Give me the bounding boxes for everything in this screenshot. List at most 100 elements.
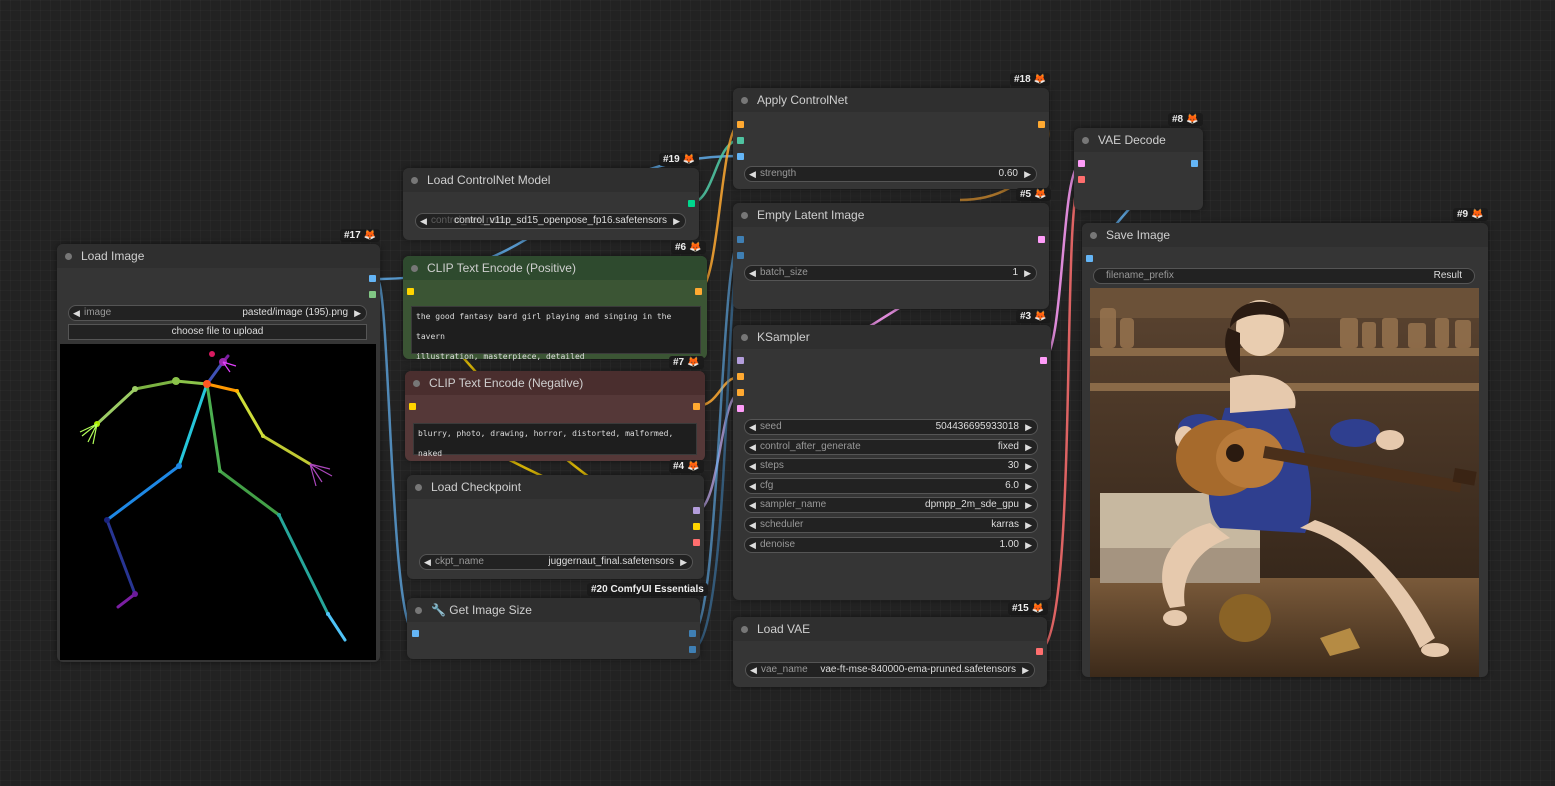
node-title-bar[interactable]: CLIP Text Encode (Negative) — [405, 371, 705, 395]
vae-select-widget[interactable]: ◀ vae_name vae-ft-mse-840000-ema-pruned.… — [745, 662, 1035, 678]
collapse-dot-icon[interactable] — [1082, 137, 1089, 144]
arrow-right-icon[interactable]: ▶ — [1022, 663, 1029, 677]
collapse-dot-icon[interactable] — [1090, 232, 1097, 239]
output-slot-height[interactable] — [689, 646, 696, 653]
arrow-right-icon[interactable]: ▶ — [1025, 498, 1032, 512]
output-slot-conditioning[interactable] — [1038, 121, 1045, 128]
input-slot-vae[interactable] — [1078, 176, 1085, 183]
input-slot-images[interactable] — [1086, 255, 1093, 262]
output-slot-conditioning[interactable] — [695, 288, 702, 295]
scheduler-widget[interactable]: ◀ scheduler karras ▶ — [744, 517, 1038, 533]
save-image-node[interactable]: Save Image filename_prefix Result — [1082, 223, 1488, 677]
node-title-bar[interactable]: CLIP Text Encode (Positive) — [403, 256, 707, 280]
output-slot-control-net[interactable] — [688, 200, 695, 207]
arrow-right-icon[interactable]: ▶ — [1025, 479, 1032, 493]
collapse-dot-icon[interactable] — [741, 212, 748, 219]
node-title-bar[interactable]: 🔧 Get Image Size — [407, 598, 700, 622]
output-slot-model[interactable] — [693, 507, 700, 514]
sampler-name-widget[interactable]: ◀ sampler_name dpmpp_2m_sde_gpu ▶ — [744, 497, 1038, 513]
output-slot-mask[interactable] — [369, 291, 376, 298]
node-title-bar[interactable]: Empty Latent Image — [733, 203, 1049, 227]
vae-decode-node[interactable]: VAE Decode — [1074, 128, 1203, 210]
filename-prefix-widget[interactable]: filename_prefix Result — [1093, 268, 1475, 284]
input-slot-image[interactable] — [412, 630, 419, 637]
collapse-dot-icon[interactable] — [411, 177, 418, 184]
output-slot-conditioning[interactable] — [693, 403, 700, 410]
output-slot-clip[interactable] — [693, 523, 700, 530]
arrow-right-icon[interactable]: ▶ — [1025, 538, 1032, 552]
clip-text-encode-negative-node[interactable]: CLIP Text Encode (Negative) blurry, phot… — [405, 371, 705, 461]
input-slot-control-net[interactable] — [737, 137, 744, 144]
input-slot-samples[interactable] — [1078, 160, 1085, 167]
node-title-bar[interactable]: Apply ControlNet — [733, 88, 1049, 112]
load-vae-node[interactable]: Load VAE ◀ vae_name vae-ft-mse-840000-em… — [733, 617, 1047, 687]
output-slot-width[interactable] — [689, 630, 696, 637]
collapse-dot-icon[interactable] — [741, 334, 748, 341]
seed-widget[interactable]: ◀ seed 504436695933018 ▶ — [744, 419, 1038, 435]
arrow-left-icon[interactable]: ◀ — [749, 420, 756, 434]
prompt-text-area[interactable]: blurry, photo, drawing, horror, distorte… — [413, 423, 697, 458]
collapse-dot-icon[interactable] — [415, 607, 422, 614]
ksampler-node[interactable]: KSampler ◀ seed 504436695933018 ▶ ◀ cont… — [733, 325, 1051, 600]
arrow-left-icon[interactable]: ◀ — [749, 498, 756, 512]
arrow-right-icon[interactable]: ▶ — [673, 214, 680, 228]
node-title-bar[interactable]: KSampler — [733, 325, 1051, 349]
input-slot-image[interactable] — [737, 153, 744, 160]
output-slot-vae[interactable] — [1036, 648, 1043, 655]
collapse-dot-icon[interactable] — [741, 626, 748, 633]
input-slot-height[interactable] — [737, 252, 744, 259]
load-checkpoint-node[interactable]: Load Checkpoint ◀ ckpt_name juggernaut_f… — [407, 475, 704, 579]
output-slot-image[interactable] — [369, 275, 376, 282]
denoise-widget[interactable]: ◀ denoise 1.00 ▶ — [744, 537, 1038, 553]
get-image-size-node[interactable]: 🔧 Get Image Size — [407, 598, 700, 659]
empty-latent-image-node[interactable]: Empty Latent Image ◀ batch_size 1 ▶ — [733, 203, 1049, 309]
arrow-right-icon[interactable]: ▶ — [354, 306, 361, 320]
controlnet-select-widget[interactable]: ◀ control_net_name control_v11p_sd15_ope… — [415, 213, 686, 229]
node-title-bar[interactable]: VAE Decode — [1074, 128, 1203, 152]
input-slot-latent-image[interactable] — [737, 405, 744, 412]
node-title-bar[interactable]: Load VAE — [733, 617, 1047, 641]
arrow-right-icon[interactable]: ▶ — [1024, 167, 1031, 181]
node-title-bar[interactable]: Load ControlNet Model — [403, 168, 699, 192]
arrow-left-icon[interactable]: ◀ — [749, 479, 756, 493]
cfg-widget[interactable]: ◀ cfg 6.0 ▶ — [744, 478, 1038, 494]
input-slot-positive[interactable] — [737, 373, 744, 380]
arrow-left-icon[interactable]: ◀ — [749, 538, 756, 552]
input-slot-clip[interactable] — [407, 288, 414, 295]
collapse-dot-icon[interactable] — [65, 253, 72, 260]
image-select-widget[interactable]: ◀ image pasted/image (195).png ▶ — [68, 305, 367, 321]
node-title-bar[interactable]: Load Image — [57, 244, 380, 268]
output-slot-latent[interactable] — [1040, 357, 1047, 364]
input-slot-clip[interactable] — [409, 403, 416, 410]
clip-text-encode-positive-node[interactable]: CLIP Text Encode (Positive) the good fan… — [403, 256, 707, 361]
arrow-right-icon[interactable]: ▶ — [1025, 440, 1032, 454]
output-slot-vae[interactable] — [693, 539, 700, 546]
arrow-right-icon[interactable]: ▶ — [1025, 420, 1032, 434]
steps-widget[interactable]: ◀ steps 30 ▶ — [744, 458, 1038, 474]
input-slot-model[interactable] — [737, 357, 744, 364]
strength-slider-widget[interactable]: ◀ strength 0.60 ▶ — [744, 166, 1037, 182]
arrow-right-icon[interactable]: ▶ — [1025, 459, 1032, 473]
arrow-left-icon[interactable]: ◀ — [73, 306, 80, 320]
collapse-dot-icon[interactable] — [413, 380, 420, 387]
input-slot-conditioning[interactable] — [737, 121, 744, 128]
arrow-right-icon[interactable]: ▶ — [1024, 266, 1031, 280]
collapse-dot-icon[interactable] — [415, 484, 422, 491]
arrow-left-icon[interactable]: ◀ — [424, 555, 431, 569]
node-title-bar[interactable]: Load Checkpoint — [407, 475, 704, 499]
apply-controlnet-node[interactable]: Apply ControlNet ◀ strength 0.60 ▶ — [733, 88, 1049, 189]
arrow-left-icon[interactable]: ◀ — [749, 459, 756, 473]
node-title-bar[interactable]: Save Image — [1082, 223, 1488, 247]
arrow-left-icon[interactable]: ◀ — [750, 663, 757, 677]
collapse-dot-icon[interactable] — [741, 97, 748, 104]
arrow-left-icon[interactable]: ◀ — [749, 518, 756, 532]
batch-size-widget[interactable]: ◀ batch_size 1 ▶ — [744, 265, 1037, 281]
output-slot-latent[interactable] — [1038, 236, 1045, 243]
arrow-left-icon[interactable]: ◀ — [749, 440, 756, 454]
upload-button[interactable]: choose file to upload — [68, 324, 367, 340]
input-slot-negative[interactable] — [737, 389, 744, 396]
load-image-node[interactable]: Load Image ◀ image pasted/image (195).pn… — [57, 244, 380, 662]
arrow-right-icon[interactable]: ▶ — [680, 555, 687, 569]
prompt-text-area[interactable]: the good fantasy bard girl playing and s… — [411, 306, 701, 361]
arrow-left-icon[interactable]: ◀ — [749, 167, 756, 181]
